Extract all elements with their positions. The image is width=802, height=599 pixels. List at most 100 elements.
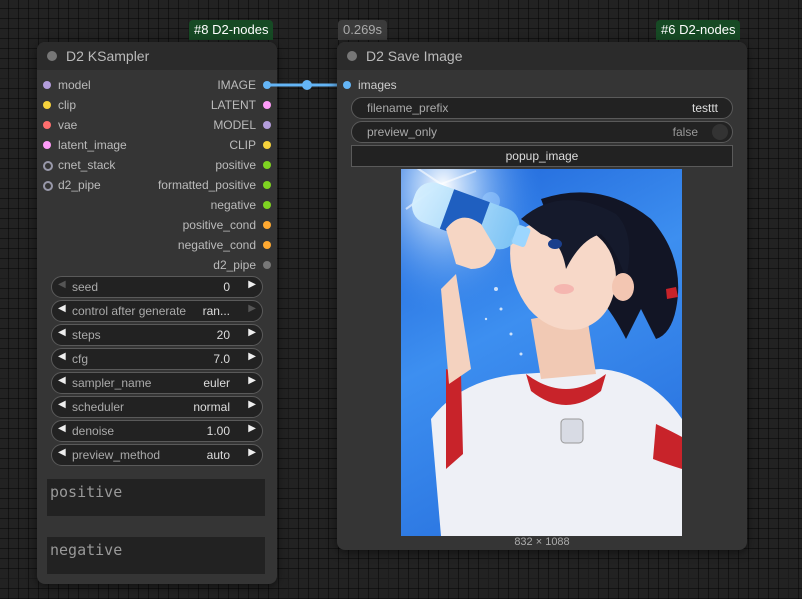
- preview-only-label: preview_only: [367, 125, 438, 139]
- positive-placeholder: positive: [50, 483, 123, 501]
- widget-cfg[interactable]: ◀ cfg 7.0 ▶: [51, 348, 263, 370]
- output-dot[interactable]: [263, 181, 271, 189]
- preview-only-toggle[interactable]: preview_only false: [351, 121, 733, 143]
- output-slot-clip[interactable]: CLIP: [137, 136, 271, 154]
- output-slot-latent[interactable]: LATENT: [137, 96, 271, 114]
- collapse-dot-icon[interactable]: [47, 51, 57, 61]
- input-dot[interactable]: [43, 141, 51, 149]
- save-image-title: D2 Save Image: [366, 48, 463, 64]
- output-dot[interactable]: [263, 221, 271, 229]
- increment-arrow-icon[interactable]: ▶: [248, 423, 256, 434]
- decrement-arrow-icon[interactable]: ◀: [58, 351, 66, 362]
- ksampler-node-id-badge: #8 D2-nodes: [189, 20, 274, 40]
- images-input-label: images: [358, 78, 397, 92]
- images-input-dot[interactable]: [343, 81, 351, 89]
- widget-value: euler: [203, 376, 230, 390]
- output-slot-formatted-positive[interactable]: formatted_positive: [137, 176, 271, 194]
- decrement-arrow-icon[interactable]: ◀: [58, 399, 66, 410]
- input-label: cnet_stack: [58, 158, 116, 172]
- widget-value: 20: [216, 328, 230, 342]
- preview-image[interactable]: [401, 169, 682, 536]
- increment-arrow-icon[interactable]: ▶: [248, 279, 256, 290]
- input-dot[interactable]: [43, 81, 51, 89]
- widget-label: denoise: [72, 424, 115, 438]
- execution-time-badge: 0.269s: [338, 20, 388, 40]
- output-label: CLIP: [229, 138, 256, 152]
- output-dot[interactable]: [263, 101, 271, 109]
- input-dot[interactable]: [43, 181, 53, 191]
- output-dot[interactable]: [263, 161, 271, 169]
- widget-value: auto: [206, 448, 230, 462]
- increment-arrow-icon[interactable]: ▶: [248, 399, 256, 410]
- output-slot-positive-cond[interactable]: positive_cond: [137, 216, 271, 234]
- output-dot[interactable]: [263, 201, 271, 209]
- widget-seed[interactable]: ◀ seed 0 ▶: [51, 276, 263, 298]
- input-label: latent_image: [58, 138, 127, 152]
- filename-prefix-value: testtt: [691, 101, 718, 115]
- output-dot[interactable]: [263, 121, 271, 129]
- ksampler-node[interactable]: D2 KSampler model clip vae latent_imagecnet…: [37, 42, 277, 584]
- output-label: MODEL: [213, 118, 256, 132]
- decrement-arrow-icon[interactable]: ◀: [58, 447, 66, 458]
- ksampler-title-bar[interactable]: D2 KSampler: [37, 42, 277, 70]
- decrement-arrow-icon[interactable]: ◀: [58, 303, 66, 314]
- toggle-knob-icon[interactable]: [712, 124, 728, 140]
- output-dot[interactable]: [263, 241, 271, 249]
- output-label: positive: [215, 158, 256, 172]
- filename-prefix-field[interactable]: filename_prefix testtt: [351, 97, 733, 119]
- output-label: positive_cond: [182, 218, 256, 232]
- decrement-arrow-icon[interactable]: ◀: [58, 375, 66, 386]
- save-image-node[interactable]: D2 Save Image images filename_prefix tes…: [337, 42, 747, 550]
- output-slot-positive[interactable]: positive: [137, 156, 271, 174]
- widget-steps[interactable]: ◀ steps 20 ▶: [51, 324, 263, 346]
- filename-prefix-label: filename_prefix: [367, 101, 449, 115]
- input-dot[interactable]: [43, 161, 53, 171]
- output-label: formatted_positive: [157, 178, 256, 192]
- widget-denoise[interactable]: ◀ denoise 1.00 ▶: [51, 420, 263, 442]
- widget-label: scheduler: [72, 400, 125, 414]
- output-label: negative: [210, 198, 256, 212]
- output-slot-d2-pipe[interactable]: d2_pipe: [137, 256, 271, 274]
- widget-label: preview_method: [72, 448, 161, 462]
- positive-prompt-textarea[interactable]: positive: [47, 479, 265, 516]
- output-label: negative_cond: [177, 238, 256, 252]
- collapse-dot-icon[interactable]: [347, 51, 357, 61]
- output-slot-image[interactable]: IMAGE: [137, 76, 271, 94]
- decrement-arrow-icon[interactable]: ◀: [58, 327, 66, 338]
- decrement-arrow-icon[interactable]: ◀: [58, 279, 66, 290]
- increment-arrow-icon[interactable]: ▶: [248, 351, 256, 362]
- widget-label: control after generate: [72, 304, 187, 318]
- output-slot-model[interactable]: MODEL: [137, 116, 271, 134]
- input-label: vae: [58, 118, 78, 132]
- widget-sampler-name[interactable]: ◀ sampler_name euler ▶: [51, 372, 263, 394]
- increment-arrow-icon[interactable]: ▶: [248, 375, 256, 386]
- input-label: clip: [58, 98, 77, 112]
- negative-placeholder: negative: [50, 541, 123, 559]
- save-image-title-bar[interactable]: D2 Save Image: [337, 42, 747, 70]
- decrement-arrow-icon[interactable]: ◀: [58, 423, 66, 434]
- output-label: d2_pipe: [213, 258, 256, 272]
- widget-scheduler[interactable]: ◀ scheduler normal ▶: [51, 396, 263, 418]
- input-label: model: [58, 78, 91, 92]
- widget-control-after-generate[interactable]: ◀ control after generate ran... ▶: [51, 300, 263, 322]
- negative-prompt-textarea[interactable]: negative: [47, 537, 265, 574]
- preview-only-value: false: [672, 125, 698, 139]
- widget-value: ran...: [202, 304, 230, 318]
- widget-preview-method[interactable]: ◀ preview_method auto ▶: [51, 444, 263, 466]
- input-dot[interactable]: [43, 121, 51, 129]
- output-dot[interactable]: [263, 261, 271, 269]
- output-dot[interactable]: [263, 141, 271, 149]
- output-slot-negative-cond[interactable]: negative_cond: [137, 236, 271, 254]
- output-slot-negative[interactable]: negative: [137, 196, 271, 214]
- output-dot[interactable]: [263, 81, 271, 89]
- popup-image-button[interactable]: popup_image: [351, 145, 733, 167]
- widget-label: cfg: [72, 352, 89, 366]
- increment-arrow-icon[interactable]: ▶: [248, 447, 256, 458]
- increment-arrow-icon[interactable]: ▶: [248, 327, 256, 338]
- increment-arrow-icon[interactable]: ▶: [248, 303, 256, 314]
- popup-image-label: popup_image: [505, 149, 579, 163]
- widget-value: 1.00: [206, 424, 230, 438]
- widget-value: 7.0: [213, 352, 230, 366]
- input-dot[interactable]: [43, 101, 51, 109]
- widget-label: steps: [72, 328, 101, 342]
